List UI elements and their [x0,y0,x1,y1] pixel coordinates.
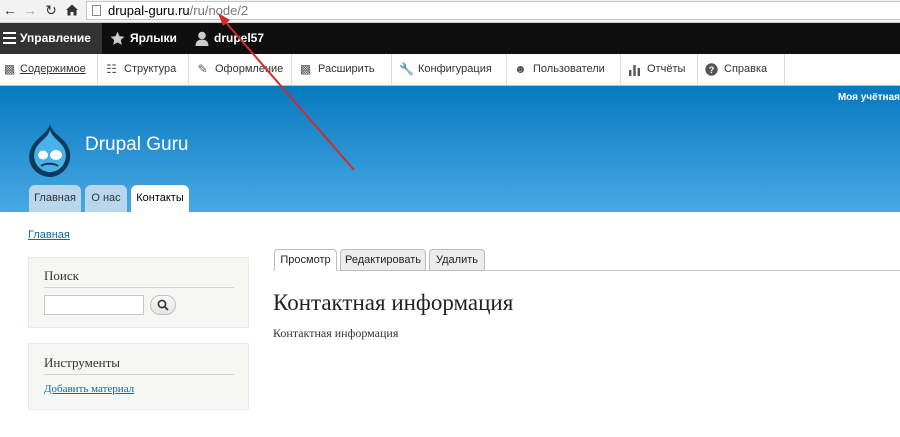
tray-item-label: Конфигурация [418,63,492,75]
toolbar-shortcuts-label: Ярлыки [130,31,177,45]
toolbar-user-label: drupel57 [214,31,265,45]
tray-item-label: Пользователи [533,63,605,75]
people-icon: ☻ [514,62,527,76]
tab-home[interactable]: Главная [29,185,81,212]
page-title: Контактная информация [273,290,514,315]
breadcrumb-home-link[interactable]: Главная [28,229,70,241]
tab-delete[interactable]: Удалить [429,249,485,271]
tools-block-title: Инструменты [44,355,120,370]
block-divider [44,374,234,375]
toolbar-manage[interactable]: Управление [0,23,102,54]
tab-about[interactable]: О нас [85,185,127,212]
tray-item-configuration[interactable]: 🔧 Конфигурация [392,54,507,85]
reports-icon [628,63,641,76]
body-text: Контактная информация [273,326,399,340]
toolbar-manage-label: Управление [20,31,91,45]
search-block: Поиск [28,257,249,328]
site-name[interactable]: Drupal Guru [85,134,189,156]
url-text: drupal-guru.ru/ru/node/2 [108,3,248,19]
url-path: /ru/node/2 [189,3,249,18]
url-host: drupal-guru.ru [108,3,190,18]
admin-tray: ▩ Содержимое ☷ Структура ✎ Оформление ▩ … [0,54,900,86]
user-icon [195,31,209,46]
structure-icon: ☷ [106,62,117,76]
toolbar-shortcuts[interactable]: Ярлыки [110,23,190,54]
admin-toolbar: Управление Ярлыки drupel57 [0,23,900,54]
search-block-title: Поиск [44,268,79,283]
tray-item-people[interactable]: ☻ Пользователи [507,54,621,85]
home-icon[interactable] [63,1,81,19]
block-divider [44,287,234,288]
reload-icon[interactable]: ↻ [42,1,60,19]
tray-item-label: Содержимое [20,63,86,75]
browser-address-bar: ← → ↻ drupal-guru.ru/ru/node/2 [0,0,900,23]
menu-icon [3,32,16,44]
tray-item-extend[interactable]: ▩ Расширить [292,54,392,85]
search-icon [157,299,169,311]
extend-icon: ▩ [299,62,312,76]
drupal-logo-icon[interactable] [27,122,73,178]
search-input[interactable] [44,295,144,315]
tab-edit[interactable]: Редактировать [340,249,426,271]
tray-item-content[interactable]: ▩ Содержимое [0,54,98,85]
tray-item-structure[interactable]: ☷ Структура [98,54,189,85]
tools-block: Инструменты Добавить материал [28,343,249,410]
url-field[interactable]: drupal-guru.ru/ru/node/2 [86,1,900,20]
back-arrow-icon[interactable]: ← [1,1,19,19]
star-icon [110,31,125,45]
add-content-link[interactable]: Добавить материал [44,383,134,395]
help-icon: ? [705,63,718,76]
tray-item-appearance[interactable]: ✎ Оформление [189,54,292,85]
toolbar-user[interactable]: drupel57 [195,23,285,54]
secondary-menu-my-account[interactable]: Моя учётная [838,92,900,103]
site-header: Моя учётная Drupal Guru Главная О нас Ко… [0,86,900,212]
search-button[interactable] [150,295,176,315]
tray-item-help[interactable]: ? Справка [698,54,785,85]
tray-item-label: Расширить [318,63,375,75]
page-icon [92,5,101,16]
tab-contacts[interactable]: Контакты [131,185,189,212]
tray-item-reports[interactable]: Отчёты [621,54,698,85]
tray-item-label: Отчёты [647,63,686,75]
content-icon: ▩ [3,62,16,76]
forward-arrow-icon[interactable]: → [21,1,39,19]
tray-item-label: Структура [124,63,177,75]
svg-text:?: ? [709,65,715,75]
tab-view[interactable]: Просмотр [274,249,337,271]
wrench-icon: 🔧 [399,62,414,76]
tray-item-label: Оформление [215,63,284,75]
tray-item-label: Справка [724,63,768,75]
appearance-icon: ✎ [197,62,208,76]
